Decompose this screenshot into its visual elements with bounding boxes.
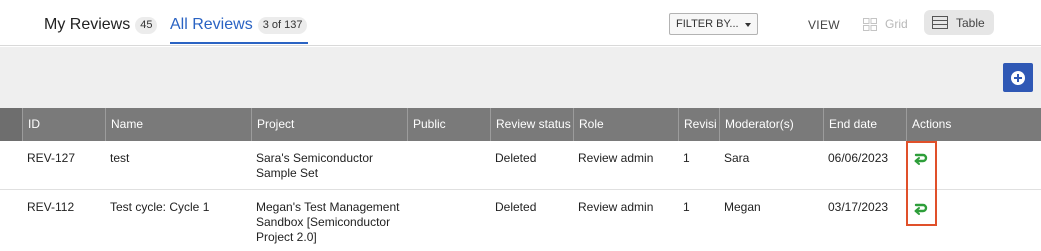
cell-role: Review admin xyxy=(578,200,654,214)
view-table-button[interactable]: Table xyxy=(924,10,994,35)
column-header-review-status[interactable]: Review status xyxy=(490,108,574,141)
view-grid-label: Grid xyxy=(885,17,908,31)
plus-circle-icon xyxy=(1011,70,1025,85)
view-table-label: Table xyxy=(956,15,985,30)
cell-moderator: Sara xyxy=(724,151,750,165)
tab-all-reviews-count: 3 of 137 xyxy=(257,16,308,34)
toolbar-band xyxy=(0,47,1041,108)
column-header-moderators[interactable]: Moderator(s) xyxy=(719,108,824,141)
column-header-role[interactable]: Role xyxy=(573,108,679,141)
cell-review-status: Deleted xyxy=(495,200,537,214)
restore-icon[interactable] xyxy=(912,202,928,215)
cell-revision: 1 xyxy=(683,200,690,214)
grid-icon xyxy=(863,17,877,31)
cell-revision: 1 xyxy=(683,151,690,165)
cell-moderator: Megan xyxy=(724,200,761,214)
column-header-public[interactable]: Public xyxy=(407,108,491,141)
column-header-name[interactable]: Name xyxy=(105,108,252,141)
view-label: VIEW xyxy=(808,18,840,32)
tab-my-reviews-count: 45 xyxy=(135,16,158,34)
row-select-gutter xyxy=(0,108,22,141)
cell-name[interactable]: Test cycle: Cycle 1 xyxy=(105,200,252,215)
cell-review-status: Deleted xyxy=(495,151,537,165)
cell-id[interactable]: REV-112 xyxy=(22,200,106,215)
cell-id[interactable]: REV-127 xyxy=(22,151,106,166)
add-review-button[interactable] xyxy=(1003,63,1033,92)
tab-my-reviews-label: My Reviews xyxy=(44,16,131,33)
filter-dropdown[interactable]: FILTER BY... xyxy=(669,13,758,35)
view-grid-button[interactable]: Grid xyxy=(863,15,908,33)
column-header-end-date[interactable]: End date xyxy=(823,108,907,141)
top-bar: My Reviews 45 All Reviews 3 of 137 FILTE… xyxy=(0,0,1041,46)
restore-icon[interactable] xyxy=(912,152,928,165)
table-row[interactable]: REV-112 Test cycle: Cycle 1 Megan's Test… xyxy=(0,190,1041,251)
active-tab-indicator xyxy=(170,42,308,44)
column-header-actions: Actions xyxy=(906,108,1041,141)
tab-all-reviews[interactable]: All Reviews 3 of 137 xyxy=(170,16,308,34)
chevron-down-icon xyxy=(745,23,751,27)
cell-project[interactable]: Sara's Semiconductor Sample Set xyxy=(251,151,401,181)
column-header-project[interactable]: Project xyxy=(251,108,408,141)
column-header-id[interactable]: ID xyxy=(22,108,106,141)
table-icon xyxy=(932,16,948,29)
table-header: ID Name Project Public Review status Rol… xyxy=(0,108,1041,141)
cell-end-date: 06/06/2023 xyxy=(828,151,889,165)
cell-name[interactable]: test xyxy=(105,151,252,166)
cell-project[interactable]: Megan's Test Management Sandbox [Semicon… xyxy=(251,200,401,245)
filter-label: FILTER BY... xyxy=(676,18,739,30)
cell-end-date: 03/17/2023 xyxy=(828,200,889,214)
table-row[interactable]: REV-127 test Sara's Semiconductor Sample… xyxy=(0,141,1041,190)
cell-role: Review admin xyxy=(578,151,654,165)
column-header-revision[interactable]: Revisi xyxy=(678,108,720,141)
tab-all-reviews-label: All Reviews xyxy=(170,16,253,33)
tab-my-reviews[interactable]: My Reviews 45 xyxy=(44,16,158,34)
